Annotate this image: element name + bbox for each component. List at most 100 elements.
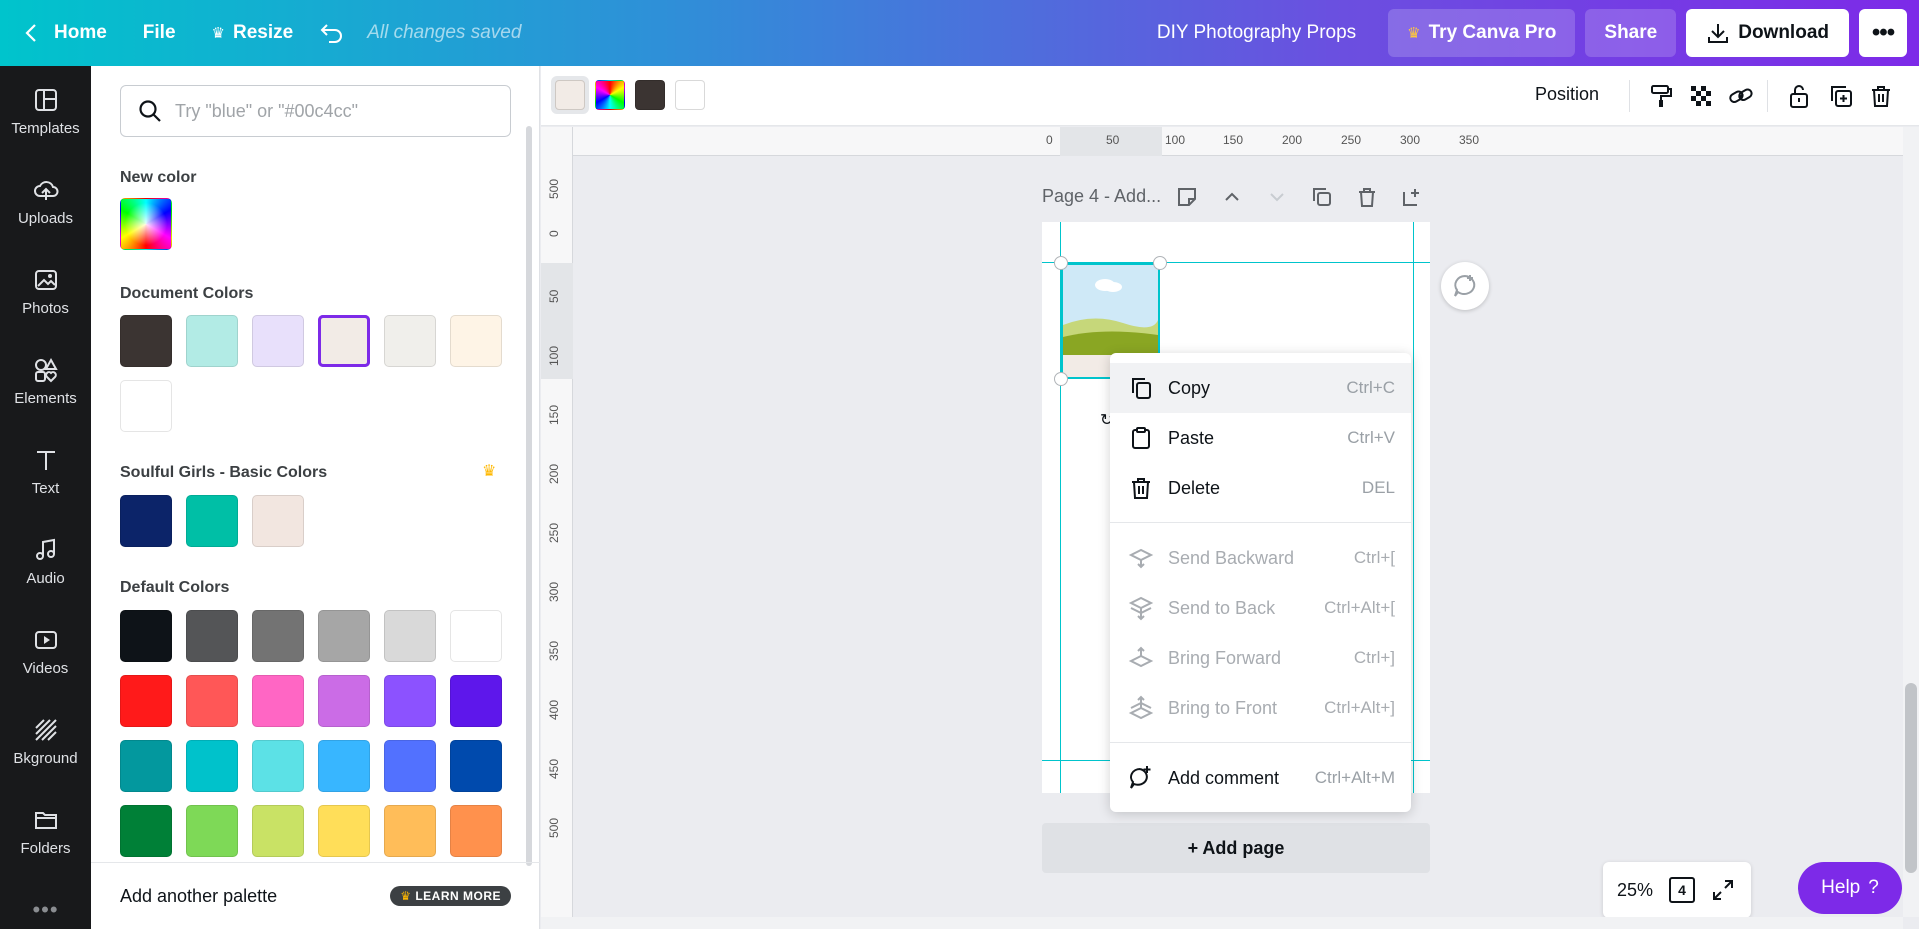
menu-item-add-comment[interactable]: Add comment Ctrl+Alt+M	[1110, 753, 1411, 803]
duplicate-page-icon[interactable]	[1311, 186, 1333, 208]
document-color-swatch[interactable]	[450, 315, 502, 367]
chevron-up-icon[interactable]	[1221, 186, 1243, 208]
default-color-swatch[interactable]	[186, 610, 238, 662]
default-color-swatch[interactable]	[186, 675, 238, 727]
page-count-button[interactable]: 4	[1669, 877, 1696, 903]
templates-icon	[34, 88, 57, 111]
sidebar-item-label: Folders	[20, 839, 71, 857]
menu-item-bring-forward: Bring Forward Ctrl+]	[1110, 633, 1411, 683]
sidebar-item-uploads[interactable]: Uploads	[0, 156, 91, 246]
document-color-swatch[interactable]	[120, 380, 172, 432]
sidebar-item-text[interactable]: Text	[0, 426, 91, 516]
sidebar-item-videos[interactable]: Videos	[0, 606, 91, 696]
download-button[interactable]: Download	[1686, 9, 1849, 57]
scrollbar-thumb[interactable]	[1905, 683, 1917, 873]
duplicate-icon[interactable]	[1827, 82, 1855, 110]
default-color-swatch[interactable]	[252, 805, 304, 857]
add-page-icon[interactable]	[1401, 186, 1423, 208]
zoom-level[interactable]: 25%	[1617, 880, 1653, 901]
default-color-swatch[interactable]	[318, 740, 370, 792]
more-apps-button[interactable]: •••	[0, 897, 91, 923]
link-icon[interactable]	[1727, 82, 1755, 110]
default-color-swatch[interactable]	[384, 805, 436, 857]
default-color-swatch[interactable]	[186, 805, 238, 857]
add-comment-floating-button[interactable]	[1441, 262, 1489, 310]
default-color-swatch[interactable]	[252, 610, 304, 662]
toolbar-swatch-rainbow[interactable]	[595, 80, 625, 110]
default-color-swatch[interactable]	[252, 675, 304, 727]
home-button[interactable]: Home	[0, 0, 125, 66]
palette-color-swatch[interactable]	[186, 495, 238, 547]
menu-item-copy[interactable]: Copy Ctrl+C	[1110, 363, 1411, 413]
default-color-swatch[interactable]	[252, 740, 304, 792]
help-button[interactable]: Help ?	[1798, 862, 1902, 914]
document-color-swatch[interactable]	[120, 315, 172, 367]
default-color-swatch[interactable]	[120, 610, 172, 662]
canvas-horizontal-scrollbar[interactable]	[541, 917, 1903, 929]
add-page-button[interactable]: + Add page	[1042, 823, 1430, 873]
default-color-swatch[interactable]	[384, 675, 436, 727]
resize-button[interactable]: ♛ Resize	[194, 0, 312, 66]
resize-handle[interactable]	[1054, 372, 1068, 386]
sidebar-item-templates[interactable]: Templates	[0, 66, 91, 156]
learn-more-badge[interactable]: ♛ LEARN MORE	[390, 886, 511, 906]
design-title[interactable]: DIY Photography Props	[1157, 22, 1356, 44]
paint-roller-icon[interactable]	[1647, 82, 1675, 110]
trash-icon[interactable]	[1867, 82, 1895, 110]
default-color-swatch[interactable]	[120, 740, 172, 792]
try-canva-pro-button[interactable]: ♛ Try Canva Pro	[1388, 9, 1576, 57]
add-palette-row[interactable]: Add another palette ♛ LEARN MORE	[91, 862, 540, 929]
page-notes-icon[interactable]	[1176, 186, 1198, 208]
page-title[interactable]: Page 4 - Add...	[1042, 186, 1161, 207]
palette-color-swatch[interactable]	[120, 495, 172, 547]
panel-scrollbar[interactable]	[526, 126, 532, 866]
fullscreen-icon[interactable]	[1711, 878, 1735, 902]
default-color-swatch[interactable]	[384, 610, 436, 662]
default-color-swatch[interactable]	[186, 740, 238, 792]
sidebar-item-background[interactable]: Bkground	[0, 696, 91, 786]
menu-item-paste[interactable]: Paste Ctrl+V	[1110, 413, 1411, 463]
toolbar-swatch-dark[interactable]	[635, 80, 665, 110]
sidebar-item-folders[interactable]: Folders	[0, 786, 91, 876]
unlock-icon[interactable]	[1785, 82, 1813, 110]
default-color-swatch[interactable]	[450, 610, 502, 662]
default-color-swatch[interactable]	[120, 675, 172, 727]
resize-handle[interactable]	[1153, 256, 1167, 270]
default-color-swatch[interactable]	[318, 675, 370, 727]
document-color-swatch[interactable]	[252, 315, 304, 367]
document-color-swatch[interactable]	[384, 315, 436, 367]
document-color-swatch[interactable]	[186, 315, 238, 367]
toolbar-swatch-white[interactable]	[675, 80, 705, 110]
toolbar-divider	[1629, 80, 1630, 112]
transparency-icon[interactable]	[1687, 82, 1715, 110]
default-color-swatch[interactable]	[384, 740, 436, 792]
share-button[interactable]: Share	[1585, 9, 1677, 57]
palette-color-swatch[interactable]	[252, 495, 304, 547]
video-icon	[34, 630, 57, 649]
undo-button[interactable]	[311, 0, 353, 66]
default-color-swatch[interactable]	[450, 740, 502, 792]
rainbow-overlay	[121, 199, 171, 249]
add-palette-label[interactable]: Add another palette	[120, 886, 277, 907]
document-color-swatch[interactable]	[318, 315, 370, 367]
toolbar-swatch-cream[interactable]	[555, 80, 585, 110]
new-color-swatch[interactable]	[120, 198, 172, 250]
color-search-input[interactable]	[175, 100, 475, 122]
default-color-swatch[interactable]	[120, 805, 172, 857]
color-search-box[interactable]	[120, 85, 511, 137]
default-color-swatch[interactable]	[318, 610, 370, 662]
sidebar-item-elements[interactable]: Elements	[0, 336, 91, 426]
menu-item-delete[interactable]: Delete DEL	[1110, 463, 1411, 513]
default-color-swatch[interactable]	[318, 805, 370, 857]
delete-page-icon[interactable]	[1356, 186, 1378, 208]
sidebar-item-photos[interactable]: Photos	[0, 246, 91, 336]
more-options-button[interactable]: •••	[1859, 9, 1907, 57]
default-color-swatch[interactable]	[450, 675, 502, 727]
position-button[interactable]: Position	[1535, 84, 1599, 105]
default-color-swatch[interactable]	[450, 805, 502, 857]
resize-handle[interactable]	[1054, 256, 1068, 270]
sidebar-item-audio[interactable]: Audio	[0, 516, 91, 606]
menu-item-label: Bring to Front	[1168, 697, 1278, 718]
file-menu-button[interactable]: File	[125, 0, 194, 66]
chevron-left-icon	[25, 24, 36, 42]
